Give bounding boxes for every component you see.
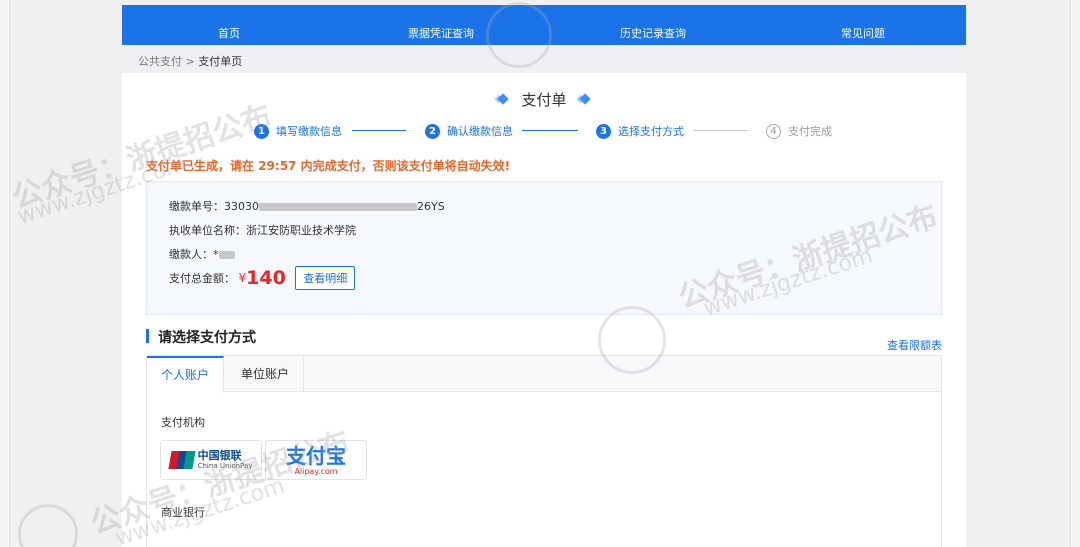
view-detail-button[interactable]: 查看明细 bbox=[295, 266, 356, 290]
payment-tabs-box: 个人账户 单位账户 支付机构 中国银联 China UnionPay 支付宝 A… bbox=[146, 355, 942, 547]
alipay-name-cn: 支付宝 bbox=[286, 443, 346, 468]
step-label: 支付完成 bbox=[788, 125, 832, 138]
redacted-mask bbox=[218, 251, 235, 259]
step-2: 2 确认缴款信息 bbox=[425, 123, 513, 139]
unionpay-name-cn: 中国银联 bbox=[197, 448, 242, 462]
redacted-mask bbox=[259, 203, 417, 211]
alipay-name-en: Alipay.com bbox=[294, 466, 338, 476]
step-connector bbox=[693, 130, 749, 131]
payment-institution-label: 支付机构 bbox=[161, 416, 205, 429]
breadcrumb-current: 支付单页 bbox=[198, 55, 243, 68]
unionpay-option[interactable]: 中国银联 China UnionPay bbox=[160, 440, 262, 480]
step-number: 3 bbox=[596, 123, 611, 139]
order-number-start: 33030 bbox=[224, 200, 259, 213]
step-connector bbox=[522, 130, 578, 131]
currency-symbol: ¥ bbox=[238, 271, 247, 285]
total-row: 支付总金额： ¥140 查看明细 bbox=[169, 266, 356, 290]
breadcrumb-parent[interactable]: 公共支付 bbox=[138, 55, 182, 68]
step-number: 2 bbox=[425, 123, 440, 139]
payer-initial: * bbox=[213, 248, 219, 261]
warning-prefix: 支付单已生成，请在 bbox=[146, 159, 255, 173]
page-title: 支付单 bbox=[521, 91, 567, 109]
diamond-left-icon bbox=[497, 92, 509, 105]
step-1: 1 填写缴款信息 bbox=[254, 123, 342, 139]
step-4: 4 支付完成 bbox=[766, 123, 832, 139]
tab-company-account[interactable]: 单位账户 bbox=[227, 356, 305, 392]
nav-item-faq[interactable]: 常见问题 bbox=[841, 25, 885, 41]
tab-personal-account[interactable]: 个人账户 bbox=[147, 356, 225, 393]
step-number: 4 bbox=[766, 123, 781, 139]
step-connector bbox=[352, 130, 406, 131]
step-number: 1 bbox=[254, 123, 269, 139]
order-number-row: 缴款单号：33030 26YS bbox=[169, 198, 445, 214]
tab-strip: 个人账户 单位账户 bbox=[147, 356, 941, 393]
expiry-warning: 支付单已生成，请在 29:57 内完成支付，否则该支付单将自动失效! bbox=[146, 157, 510, 174]
order-number-end: 26YS bbox=[417, 200, 445, 213]
payee-name: 浙江安防职业技术学院 bbox=[246, 224, 356, 237]
left-gutter bbox=[0, 0, 10, 547]
total-label: 支付总金额： bbox=[169, 272, 235, 285]
unionpay-logo-icon bbox=[168, 451, 196, 469]
payee-label: 执收单位名称： bbox=[169, 224, 246, 237]
countdown-timer: 29:57 bbox=[258, 159, 297, 173]
diamond-right-icon bbox=[579, 92, 591, 105]
order-number-label: 缴款单号： bbox=[169, 200, 224, 213]
main-panel: 支付单 1 填写缴款信息 2 确认缴款信息 3 选择支付方式 4 支付完成 支付… bbox=[122, 73, 966, 547]
page-title-row: 支付单 bbox=[122, 89, 966, 110]
nav-item-history-query[interactable]: 历史记录查询 bbox=[620, 25, 686, 41]
breadcrumb-separator: > bbox=[185, 55, 195, 68]
payer-row: 缴款人：* bbox=[169, 246, 235, 262]
payer-label: 缴款人： bbox=[169, 248, 213, 261]
warning-suffix: 内完成支付，否则该支付单将自动失效! bbox=[300, 159, 511, 173]
breadcrumb: 公共支付 > 支付单页 bbox=[122, 45, 966, 73]
unionpay-name-en: China UnionPay bbox=[197, 461, 253, 470]
payee-row: 执收单位名称：浙江安防职业技术学院 bbox=[169, 222, 356, 238]
top-nav: 首页 票据凭证查询 历史记录查询 常见问题 bbox=[122, 5, 966, 45]
total-amount: 140 bbox=[246, 267, 286, 289]
nav-item-receipt-query[interactable]: 票据凭证查询 bbox=[408, 25, 474, 41]
step-label: 确认缴款信息 bbox=[447, 125, 513, 138]
nav-item-home[interactable]: 首页 bbox=[218, 25, 240, 41]
step-label: 填写缴款信息 bbox=[276, 125, 342, 138]
right-gutter bbox=[1070, 0, 1080, 547]
step-3: 3 选择支付方式 bbox=[596, 123, 684, 139]
step-label: 选择支付方式 bbox=[618, 125, 684, 138]
view-limit-table-link[interactable]: 查看限额表 bbox=[887, 337, 942, 353]
commercial-bank-label: 商业银行 bbox=[161, 506, 205, 519]
order-info-box: 缴款单号：33030 26YS 执收单位名称：浙江安防职业技术学院 缴款人：* 支… bbox=[146, 181, 942, 315]
alipay-option[interactable]: 支付宝 Alipay.com bbox=[265, 440, 367, 480]
watermark-seal-icon bbox=[18, 504, 78, 547]
payment-section-title: 请选择支付方式 bbox=[146, 327, 256, 347]
